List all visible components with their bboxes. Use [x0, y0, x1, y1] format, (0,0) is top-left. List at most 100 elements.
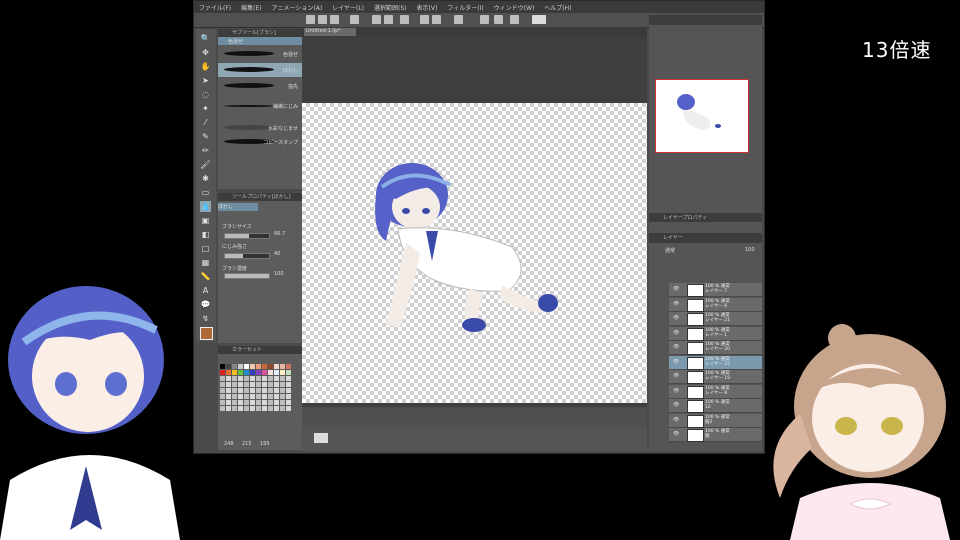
color-swatch[interactable] — [244, 388, 249, 393]
eye-icon[interactable]: 👁 — [673, 373, 679, 379]
color-swatch[interactable] — [244, 376, 249, 381]
color-swatch[interactable] — [226, 400, 231, 405]
color-swatch[interactable] — [274, 364, 279, 369]
layer-row[interactable]: 👁 100 % 通常 レイヤー 19 — [669, 370, 762, 384]
frame-tool-icon[interactable]: ▦ — [200, 257, 211, 268]
color-swatch[interactable] — [226, 364, 231, 369]
eye-icon[interactable]: 👁 — [673, 344, 679, 350]
color-swatch[interactable] — [280, 364, 285, 369]
color-swatch[interactable] — [238, 394, 243, 399]
color-swatch[interactable] — [250, 394, 255, 399]
redo-icon[interactable] — [384, 15, 393, 24]
menu-edit[interactable]: 編集(E) — [236, 3, 266, 12]
color-swatch[interactable] — [244, 370, 249, 375]
invert-icon[interactable] — [510, 15, 519, 24]
color-swatch[interactable] — [244, 406, 249, 411]
color-swatch[interactable] — [280, 388, 285, 393]
color-swatch[interactable] — [262, 376, 267, 381]
color-swatch[interactable] — [280, 382, 285, 387]
layer-row[interactable]: 👁 100 % 通常 レイヤー 22 — [669, 355, 762, 370]
layer-row[interactable]: 👁 100 % 通常 服 — [669, 428, 762, 442]
menu-help[interactable]: ヘルプ(H) — [539, 3, 576, 12]
open-icon[interactable] — [318, 15, 327, 24]
brush-color-mix[interactable]: 色混ぜ — [218, 47, 302, 61]
color-swatch[interactable] — [286, 388, 291, 393]
color-swatch[interactable] — [250, 388, 255, 393]
color-swatch[interactable] — [268, 382, 273, 387]
menu-layer[interactable]: レイヤー(L) — [327, 3, 369, 12]
fill-icon[interactable] — [432, 15, 441, 24]
color-swatch[interactable] — [286, 370, 291, 375]
deselect-icon[interactable] — [494, 15, 503, 24]
layer-row[interactable]: 👁 100 % 通常 レイヤー 1 — [669, 326, 762, 341]
select-all-icon[interactable] — [480, 15, 489, 24]
color-swatch[interactable] — [286, 394, 291, 399]
eye-icon[interactable]: 👁 — [673, 301, 679, 307]
color-swatch[interactable] — [238, 406, 243, 411]
brush-density-slider[interactable] — [224, 273, 270, 279]
color-swatch[interactable] — [232, 364, 237, 369]
color-swatch[interactable] — [262, 382, 267, 387]
blur-strength-slider[interactable] — [224, 253, 270, 259]
color-swatch[interactable] — [274, 376, 279, 381]
move-tool-icon[interactable]: ✥ — [200, 47, 211, 58]
eyedropper-icon[interactable]: ⁄ — [200, 117, 211, 128]
layer-row[interactable]: 👁 100 % 通常 12 — [669, 399, 762, 413]
color-swatch[interactable] — [232, 376, 237, 381]
airbrush-tool-icon[interactable]: ✱ — [200, 173, 211, 184]
brush-copy-stamp[interactable]: コピースタンプ — [218, 135, 302, 149]
color-swatch[interactable] — [238, 364, 243, 369]
color-swatch[interactable] — [274, 382, 279, 387]
color-swatch[interactable] — [232, 406, 237, 411]
color-swatch[interactable] — [220, 406, 225, 411]
eraser-tool-icon[interactable]: ▭ — [200, 187, 211, 198]
eye-icon[interactable]: 👁 — [673, 286, 679, 292]
blend-mode-select[interactable]: 通常 — [665, 247, 675, 254]
pen-tool-icon[interactable]: ✎ — [200, 131, 211, 142]
gradient-tool-icon[interactable]: ◧ — [200, 229, 211, 240]
clear-icon[interactable] — [420, 15, 429, 24]
brush-size-slider[interactable] — [224, 233, 270, 239]
lasso-tool-icon[interactable]: ◌ — [200, 89, 211, 100]
brush-tool-icon[interactable]: 🖌 — [200, 159, 211, 170]
blend-tool-icon[interactable]: 💧 — [200, 201, 211, 212]
layer-row[interactable]: 👁 100 % 通常 レイヤー 21 — [669, 312, 762, 326]
eye-icon[interactable]: 👁 — [673, 388, 679, 394]
color-swatch[interactable] — [262, 388, 267, 393]
brush-watercolor[interactable]: 水彩なじませ — [218, 121, 302, 135]
transparent-canvas[interactable] — [302, 103, 647, 403]
color-swatch[interactable] — [220, 370, 225, 375]
balloon-tool-icon[interactable]: 💬 — [200, 299, 211, 310]
color-swatch[interactable] — [250, 406, 255, 411]
color-swatch[interactable] — [256, 382, 261, 387]
color-swatch[interactable] — [286, 364, 291, 369]
color-swatch[interactable] — [238, 388, 243, 393]
square-icon[interactable] — [350, 15, 359, 24]
layer-opacity[interactable]: 100 — [745, 247, 755, 253]
color-swatch[interactable] — [238, 376, 243, 381]
color-swatch[interactable] — [280, 406, 285, 411]
text-tool-icon[interactable]: A — [200, 285, 211, 296]
layer-row[interactable]: 👁 100 % 通常 レイヤー 8 — [669, 384, 762, 399]
zoom-tool-icon[interactable]: 🔍 — [200, 33, 211, 44]
color-swatch[interactable] — [274, 370, 279, 375]
color-swatch[interactable] — [268, 376, 273, 381]
color-swatch[interactable] — [262, 364, 267, 369]
color-swatch[interactable] — [220, 364, 225, 369]
eye-icon[interactable]: 👁 — [673, 359, 679, 365]
eye-icon[interactable]: 👁 — [673, 315, 679, 321]
color-swatch[interactable] — [262, 394, 267, 399]
save-icon[interactable] — [330, 15, 339, 24]
brush-blur[interactable]: ぼかし — [218, 63, 302, 77]
timeline-icon[interactable] — [314, 433, 328, 443]
color-swatch[interactable] — [286, 406, 291, 411]
color-swatch[interactable] — [220, 388, 225, 393]
color-swatch[interactable] — [262, 406, 267, 411]
color-swatch[interactable] — [250, 400, 255, 405]
color-swatch[interactable] — [274, 388, 279, 393]
menu-animation[interactable]: アニメーション(A) — [267, 3, 328, 12]
fill-tool-icon[interactable]: ▣ — [200, 215, 211, 226]
color-swatch[interactable] — [256, 406, 261, 411]
color-swatch[interactable] — [280, 400, 285, 405]
layer-row[interactable]: 👁 100 % 通常 レイヤー 6 — [669, 297, 762, 312]
